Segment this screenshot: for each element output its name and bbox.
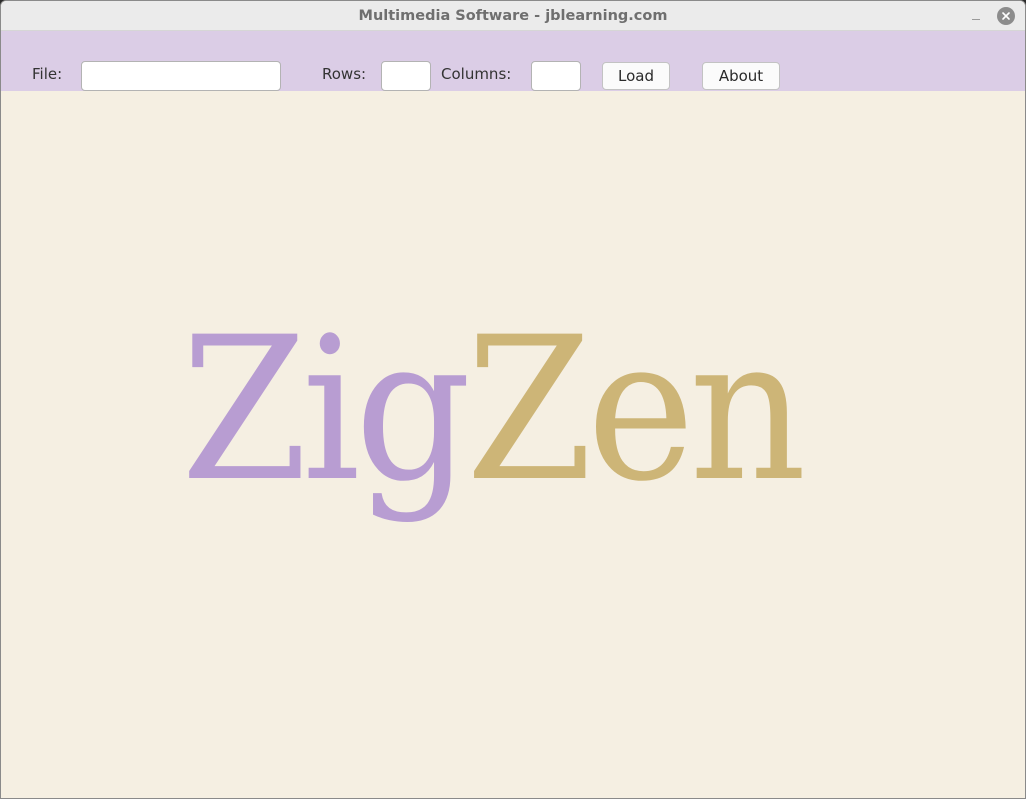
window-title: Multimedia Software - jblearning.com: [358, 8, 668, 24]
logo-zen-text: Zen: [465, 294, 807, 525]
rows-label: Rows:: [322, 65, 367, 83]
zigzen-logo: ZigZen: [181, 311, 807, 509]
columns-label: Columns:: [441, 65, 512, 83]
rows-input[interactable]: [381, 61, 431, 91]
about-button[interactable]: About: [702, 62, 780, 90]
app-window: Multimedia Software - jblearning.com Fil…: [0, 0, 1026, 799]
minimize-button[interactable]: [967, 7, 985, 25]
title-bar[interactable]: Multimedia Software - jblearning.com: [1, 1, 1025, 31]
minimize-icon: [972, 19, 980, 20]
toolbar: File: Rows: Columns: Load About: [1, 31, 1025, 91]
display-canvas: ZigZen: [1, 91, 1025, 798]
columns-input[interactable]: [531, 61, 581, 91]
logo-zig-text: Zig: [181, 294, 471, 525]
close-icon: [1002, 12, 1010, 20]
file-input[interactable]: [81, 61, 281, 91]
load-button[interactable]: Load: [602, 62, 670, 90]
file-label: File:: [32, 65, 63, 83]
close-button[interactable]: [997, 7, 1015, 25]
